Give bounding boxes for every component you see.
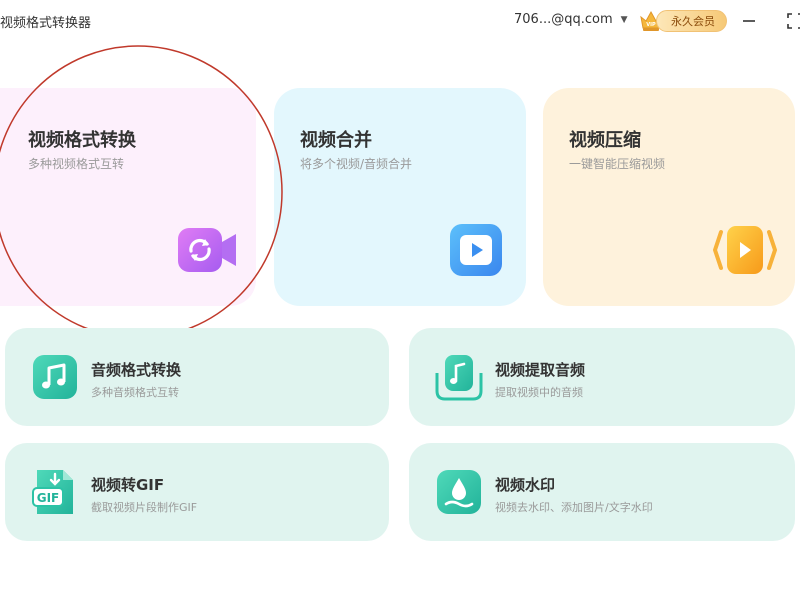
minimize-button[interactable] bbox=[738, 10, 760, 32]
app-title: 视频格式转换器 bbox=[0, 16, 92, 31]
crown-badge-text: VIP bbox=[646, 22, 656, 28]
maximize-button[interactable] bbox=[784, 10, 800, 32]
card-subtitle: 提取视频中的音频 bbox=[495, 386, 583, 399]
minimize-icon bbox=[743, 20, 755, 22]
card-title: 音频格式转换 bbox=[91, 361, 182, 379]
play-icon bbox=[450, 224, 502, 276]
extract-audio-icon bbox=[435, 355, 483, 401]
card-title: 视频转GIF bbox=[91, 476, 165, 494]
video-merge-card[interactable]: 视频合并 将多个视频/音频合并 bbox=[274, 88, 526, 306]
audio-format-convert-card[interactable]: 音频格式转换 多种音频格式互转 bbox=[5, 328, 389, 426]
video-compress-card[interactable]: 视频压缩 一键智能压缩视频 bbox=[543, 88, 795, 306]
caret-down-icon: ▼ bbox=[620, 14, 628, 25]
compress-icon bbox=[713, 226, 777, 274]
card-subtitle: 视频去水印、添加图片/文字水印 bbox=[495, 501, 653, 514]
account-email: 706...@qq.com bbox=[514, 12, 613, 27]
card-title: 视频格式转换 bbox=[28, 130, 136, 151]
card-title: 视频合并 bbox=[300, 130, 372, 151]
card-subtitle: 截取视频片段制作GIF bbox=[91, 501, 198, 514]
title-bar: 视频格式转换器 706...@qq.com ▼ VIP 永久会员 bbox=[0, 0, 800, 44]
account-menu[interactable]: 706...@qq.com ▼ bbox=[514, 12, 628, 27]
card-subtitle: 将多个视频/音频合并 bbox=[300, 157, 413, 171]
card-subtitle: 一键智能压缩视频 bbox=[569, 157, 666, 171]
card-title: 视频提取音频 bbox=[495, 361, 586, 379]
gif-badge-text: GIF bbox=[37, 491, 60, 505]
card-title: 视频压缩 bbox=[569, 130, 641, 151]
gif-file-icon: GIF bbox=[32, 470, 73, 514]
card-title: 视频水印 bbox=[495, 476, 556, 494]
video-format-convert-card[interactable]: 视频格式转换 多种视频格式互转 bbox=[0, 88, 256, 306]
music-note-icon bbox=[33, 355, 77, 399]
video-convert-icon bbox=[178, 228, 236, 272]
card-subtitle: 多种音频格式互转 bbox=[91, 386, 179, 399]
video-watermark-card[interactable]: 视频水印 视频去水印、添加图片/文字水印 bbox=[409, 443, 795, 541]
vip-label: 永久会员 bbox=[656, 10, 727, 32]
watermark-icon bbox=[437, 470, 481, 514]
video-to-gif-card[interactable]: GIF 视频转GIF 截取视频片段制作GIF bbox=[5, 443, 389, 541]
extract-audio-card[interactable]: 视频提取音频 提取视频中的音频 bbox=[409, 328, 795, 426]
card-subtitle: 多种视频格式互转 bbox=[28, 157, 125, 171]
maximize-icon bbox=[787, 13, 800, 29]
vip-badge[interactable]: VIP 永久会员 bbox=[638, 8, 727, 34]
